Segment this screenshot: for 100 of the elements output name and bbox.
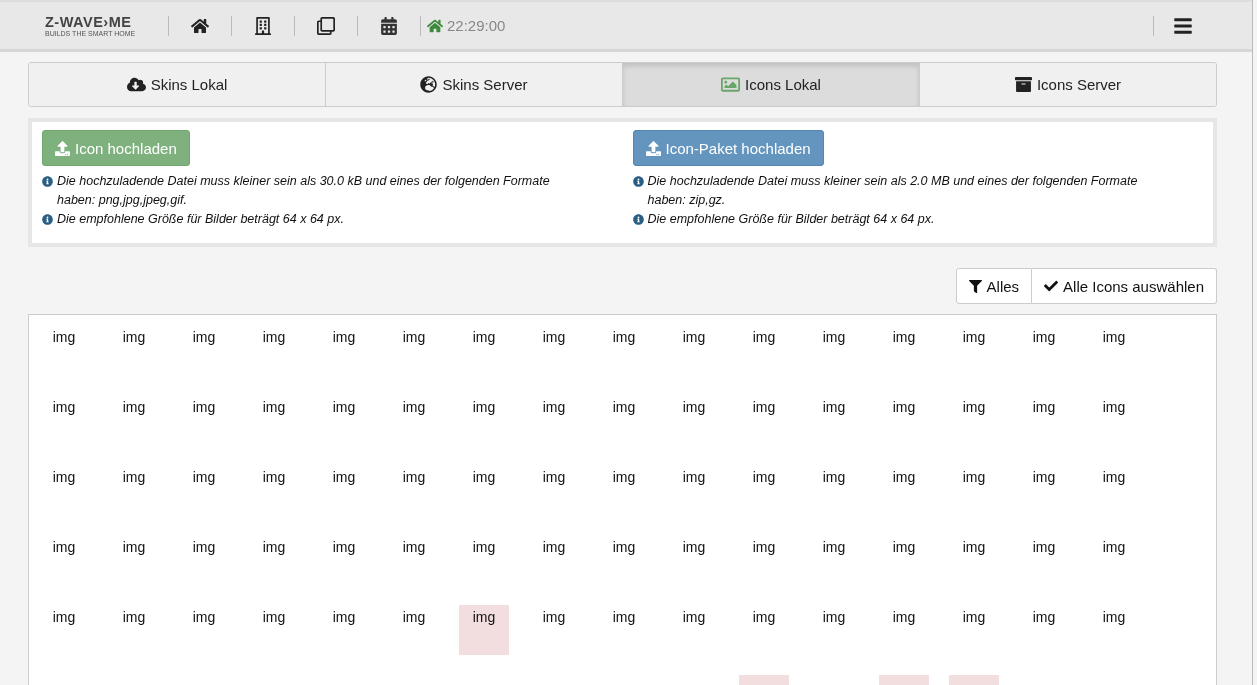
icon-tile[interactable]: img bbox=[669, 535, 719, 585]
upload-icon bbox=[55, 140, 70, 156]
icon-tile[interactable]: img bbox=[529, 395, 579, 445]
icon-tile[interactable]: img bbox=[459, 535, 509, 585]
icon-tile[interactable]: img bbox=[1089, 325, 1139, 375]
upload-note: Die empfohlene Größe für Bilder beträgt 64 x 64 px. bbox=[57, 211, 344, 228]
icon-tile[interactable]: img bbox=[389, 325, 439, 375]
icon-tile[interactable]: img bbox=[529, 465, 579, 515]
icon-tile[interactable]: img bbox=[739, 395, 789, 445]
icon-tile[interactable]: img bbox=[949, 535, 999, 585]
icon-tile[interactable]: img bbox=[459, 465, 509, 515]
icon-tile[interactable]: img bbox=[809, 465, 859, 515]
cloud-download-icon bbox=[126, 75, 146, 94]
image-icon bbox=[721, 75, 741, 94]
icon-tile[interactable]: img bbox=[529, 605, 579, 655]
icon-tile[interactable]: img bbox=[249, 535, 299, 585]
icon-tile[interactable]: img bbox=[319, 325, 369, 375]
icon-tile[interactable]: img bbox=[1089, 605, 1139, 655]
tab[interactable]: Icons Server bbox=[919, 63, 1216, 106]
tab[interactable]: Skins Lokal bbox=[29, 63, 325, 106]
icon-tile[interactable]: img bbox=[249, 395, 299, 445]
icon-tile[interactable]: img bbox=[179, 535, 229, 585]
icon-tile[interactable]: img bbox=[319, 465, 369, 515]
info-icon bbox=[632, 176, 644, 187]
globe-icon bbox=[420, 76, 438, 93]
check-icon bbox=[1044, 279, 1059, 293]
icon-tile[interactable]: img bbox=[599, 465, 649, 515]
icon-tile[interactable]: img bbox=[739, 605, 789, 655]
icon-tile[interactable]: img bbox=[669, 465, 719, 515]
icon-tile[interactable]: img bbox=[179, 605, 229, 655]
icon-tile[interactable]: img bbox=[1089, 395, 1139, 445]
info-icon bbox=[632, 214, 644, 225]
icon-tile[interactable]: img bbox=[319, 535, 369, 585]
icon-tile[interactable]: img bbox=[599, 605, 649, 655]
icon-tile[interactable]: img bbox=[809, 395, 859, 445]
icon-tile[interactable]: img bbox=[249, 325, 299, 375]
icon-tile[interactable]: img bbox=[249, 465, 299, 515]
icon-tile[interactable]: img bbox=[1089, 465, 1139, 515]
icon-tile[interactable]: img bbox=[179, 325, 229, 375]
icon-tile[interactable]: img bbox=[389, 395, 439, 445]
tab[interactable]: Icons Lokal bbox=[622, 63, 919, 106]
icon-tile[interactable]: img bbox=[879, 465, 929, 515]
home-icon bbox=[427, 17, 443, 34]
icon-tile[interactable]: img bbox=[949, 395, 999, 445]
icon-tile[interactable]: img bbox=[389, 605, 439, 655]
upload-note: Die hochzuladende Datei muss kleiner sein als 2.0 MB und eines der folgenden Formate haben: zip,gz. bbox=[647, 173, 1139, 209]
info-icon bbox=[42, 214, 53, 225]
icon-tile[interactable]: img bbox=[249, 605, 299, 655]
icon-tile[interactable]: img bbox=[459, 395, 509, 445]
upload-note: Die empfohlene Größe für Bilder beträgt 64 x 64 px. bbox=[647, 211, 935, 228]
icon-tile[interactable]: img bbox=[809, 605, 859, 655]
logo-name: Z-WAVE›ME bbox=[45, 14, 133, 30]
icon-tile[interactable]: img bbox=[179, 465, 229, 515]
icon-tile[interactable]: img bbox=[879, 325, 929, 375]
icon-tile[interactable]: img bbox=[669, 605, 719, 655]
icon-tile[interactable]: img bbox=[459, 605, 509, 655]
select-all-button[interactable]: Alle Icons auswählen bbox=[1032, 268, 1217, 304]
icon-tile[interactable]: img bbox=[949, 325, 999, 375]
icon-tile[interactable]: img bbox=[879, 395, 929, 445]
icon-tile[interactable]: img bbox=[1089, 535, 1139, 585]
icon-tile[interactable]: img bbox=[389, 535, 439, 585]
icon-tile[interactable]: img bbox=[1019, 605, 1069, 655]
icon-tile[interactable]: img bbox=[109, 325, 159, 375]
tab[interactable]: Skins Server bbox=[325, 63, 622, 106]
icon-tile[interactable]: img bbox=[809, 325, 859, 375]
icon-tile[interactable]: img bbox=[1019, 325, 1069, 375]
icon-tile[interactable]: img bbox=[109, 395, 159, 445]
icon-tile[interactable]: img bbox=[599, 325, 649, 375]
icon-tile[interactable]: img bbox=[109, 605, 159, 655]
icon-tile[interactable]: img bbox=[109, 535, 159, 585]
icon-tile[interactable]: img bbox=[879, 605, 929, 655]
icon-tile[interactable]: img bbox=[599, 395, 649, 445]
icon-tile[interactable]: img bbox=[1019, 535, 1069, 585]
icon-tile[interactable]: img bbox=[1019, 395, 1069, 445]
icon-tile[interactable]: img bbox=[39, 605, 89, 655]
icon-tile[interactable]: img bbox=[459, 325, 509, 375]
icon-tile[interactable]: img bbox=[669, 325, 719, 375]
icon-tile[interactable]: img bbox=[319, 605, 369, 655]
icon-tile[interactable]: img bbox=[879, 535, 929, 585]
icon-tile[interactable]: img bbox=[949, 465, 999, 515]
icon-tile[interactable]: img bbox=[109, 465, 159, 515]
icon-tile[interactable]: img bbox=[529, 535, 579, 585]
icon-tile[interactable]: img bbox=[39, 535, 89, 585]
filter-button[interactable]: Alles bbox=[955, 268, 1033, 304]
icon-tile[interactable]: img bbox=[39, 325, 89, 375]
icon-tile[interactable]: img bbox=[1019, 465, 1069, 515]
icon-tile[interactable]: img bbox=[739, 465, 789, 515]
icon-tile[interactable]: img bbox=[949, 605, 999, 655]
icon-tile[interactable]: img bbox=[39, 395, 89, 445]
icon-tile[interactable]: img bbox=[739, 325, 789, 375]
clock-time: 22:29:00 bbox=[447, 17, 506, 34]
icon-tile[interactable]: img bbox=[179, 395, 229, 445]
icon-tile[interactable]: img bbox=[389, 465, 439, 515]
icon-tile[interactable]: img bbox=[809, 535, 859, 585]
icon-tile[interactable]: img bbox=[599, 535, 649, 585]
icon-tile[interactable]: img bbox=[669, 395, 719, 445]
icon-tile[interactable]: img bbox=[319, 395, 369, 445]
icon-tile[interactable]: img bbox=[739, 535, 789, 585]
icon-tile[interactable]: img bbox=[39, 465, 89, 515]
icon-tile[interactable]: img bbox=[529, 325, 579, 375]
